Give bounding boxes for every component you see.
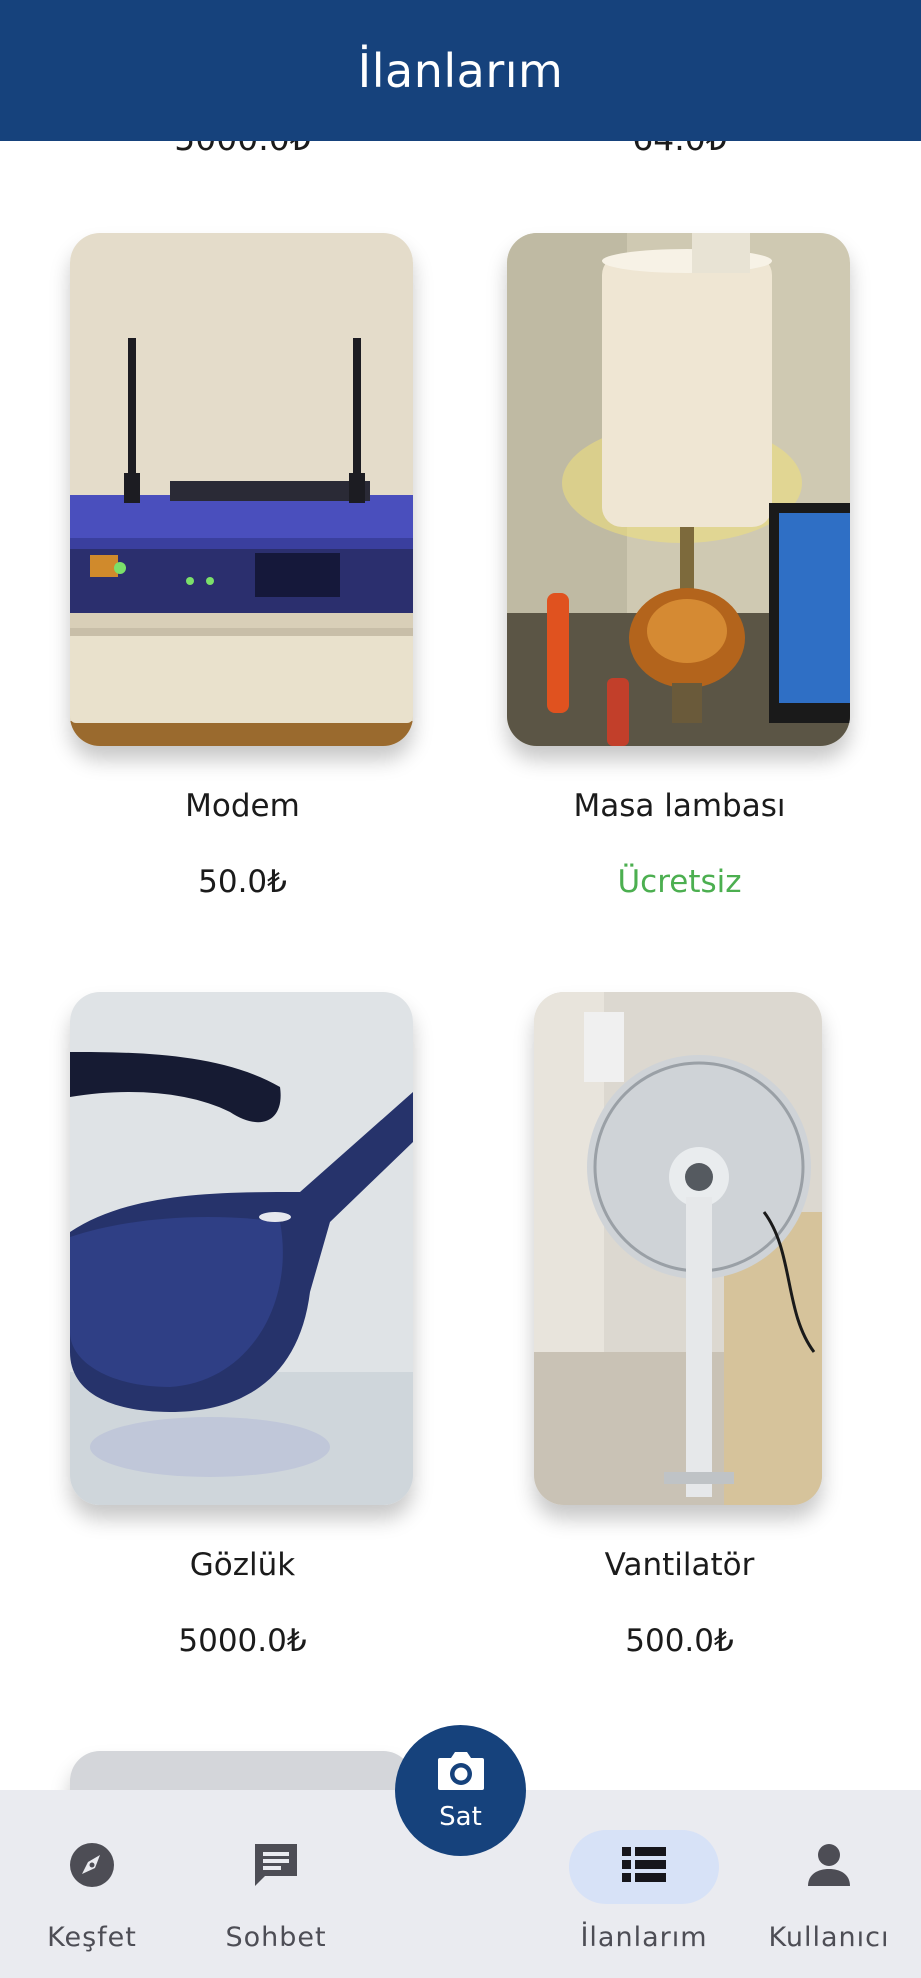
listing-price-partial: 5000.0₺ <box>70 141 415 158</box>
nav-icon-container <box>201 1830 351 1904</box>
listing-name: Masa lambası <box>573 788 786 824</box>
listing-image-lamp[interactable] <box>507 233 850 746</box>
nav-icon-container <box>17 1830 167 1904</box>
app-bar: İlanlarım <box>0 0 921 141</box>
nav-item-kesfet[interactable]: Keşfet <box>12 1830 172 1953</box>
nav-icon-container-active <box>569 1830 719 1904</box>
listing-price: 500.0₺ <box>625 1623 734 1659</box>
listing-card-lamp[interactable]: Masa lambası Ücretsiz <box>507 233 852 913</box>
listing-name: Vantilatör <box>604 1547 755 1583</box>
listing-image-partial[interactable] <box>70 1751 413 1790</box>
chat-icon <box>251 1840 301 1894</box>
camera-icon <box>436 1750 486 1796</box>
nav-label: Kullanıcı <box>768 1922 890 1953</box>
listing-price-free: Ücretsiz <box>617 864 742 900</box>
listings-grid[interactable]: 5000.0₺ 64.0₺ <box>0 141 921 1790</box>
listing-name: Gözlük <box>189 1547 296 1583</box>
person-icon <box>806 1842 852 1892</box>
nav-item-sohbet[interactable]: Sohbet <box>196 1830 356 1953</box>
listing-card-glasses[interactable]: Gözlük 5000.0₺ <box>70 992 415 1672</box>
listing-price: 50.0₺ <box>198 864 287 900</box>
listing-name: Modem <box>185 788 300 824</box>
sell-fab-label: Sat <box>439 1801 482 1832</box>
listing-image-sunglasses[interactable] <box>70 992 413 1505</box>
listing-card-modem[interactable]: Modem 50.0₺ <box>70 233 415 913</box>
listing-card-fan[interactable]: Vantilatör 500.0₺ <box>507 992 852 1672</box>
nav-label: Sohbet <box>225 1922 327 1953</box>
nav-icon-container <box>754 1830 904 1904</box>
nav-label: Keşfet <box>47 1922 137 1953</box>
list-icon <box>620 1845 668 1889</box>
nav-item-kullanici[interactable]: Kullanıcı <box>749 1830 909 1953</box>
listing-card-partial[interactable] <box>70 1751 415 1790</box>
nav-label: İlanlarım <box>580 1922 708 1953</box>
listing-image-standing-fan[interactable] <box>534 992 822 1505</box>
listing-image-router[interactable] <box>70 233 413 746</box>
listing-price-partial: 64.0₺ <box>507 141 852 158</box>
page-title: İlanlarım <box>357 43 564 98</box>
nav-item-ilanlarim[interactable]: İlanlarım <box>564 1830 724 1953</box>
listing-price: 5000.0₺ <box>178 1623 307 1659</box>
compass-icon <box>68 1841 116 1893</box>
sell-fab-button[interactable]: Sat <box>395 1725 526 1856</box>
